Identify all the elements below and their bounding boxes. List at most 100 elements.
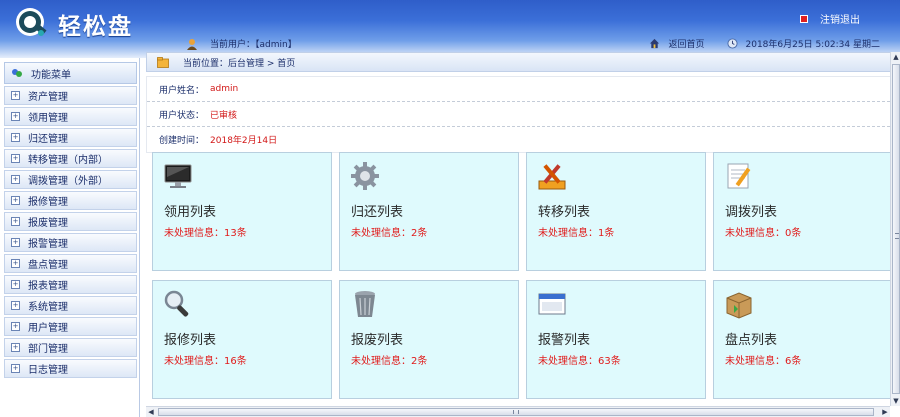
sidebar-item-asset[interactable]: + 资产管理 xyxy=(4,86,137,105)
tools-icon xyxy=(538,164,566,190)
card-stat: 未处理信息：2条 xyxy=(351,356,428,367)
breadcrumb-text: 当前位置：后台管理 > 首页 xyxy=(183,58,296,69)
current-user: 当前用户：【admin】 xyxy=(186,37,297,50)
sidebar-item-system[interactable]: + 系统管理 xyxy=(4,296,137,315)
card-repair-list[interactable]: 报修列表 未处理信息：16条 xyxy=(152,280,332,399)
expand-icon: + xyxy=(11,217,20,226)
magnifier-icon xyxy=(164,290,189,317)
sidebar-item-label: 报表管理 xyxy=(28,281,68,292)
scroll-down-arrow-icon[interactable]: ▼ xyxy=(891,396,900,406)
current-user-label: 当前用户：【admin】 xyxy=(210,40,297,50)
user-status-row: 用户状态： 已审核 xyxy=(147,102,890,127)
sidebar-item-report[interactable]: + 报表管理 xyxy=(4,275,137,294)
created-time-row: 创建时间： 2018年2月14日 xyxy=(147,127,890,152)
folder-icon xyxy=(157,56,169,68)
card-title: 报废列表 xyxy=(351,333,404,348)
card-stat: 未处理信息：13条 xyxy=(164,228,247,239)
current-datetime: 2018年6月25日 5:02:34 星期二 xyxy=(745,40,881,50)
card-title: 转移列表 xyxy=(538,205,591,220)
sidebar-item-transfer-internal[interactable]: + 转移管理（内部） xyxy=(4,149,137,168)
vertical-scrollbar[interactable]: ▲ ▼ xyxy=(890,52,900,406)
card-title: 报警列表 xyxy=(538,333,591,348)
menu-icon xyxy=(12,69,22,77)
header-right-info: 返回首页 2018年6月25日 5:02:34 星期二 xyxy=(649,37,880,50)
main-content: 当前位置：后台管理 > 首页 用户姓名： admin 用户状态： 已审核 创建时… xyxy=(146,52,893,406)
sidebar-item-label: 领用管理 xyxy=(28,113,68,124)
sidebar-item-label: 资产管理 xyxy=(28,92,68,103)
sidebar-item-logs[interactable]: + 日志管理 xyxy=(4,359,137,378)
logout-button[interactable]: 注销退出 xyxy=(800,11,860,26)
gear-icon xyxy=(351,162,379,190)
expand-icon: + xyxy=(11,133,20,142)
notepad-icon xyxy=(727,163,751,189)
sidebar-item-label: 调拨管理（外部） xyxy=(28,176,108,187)
clock-icon xyxy=(726,38,738,49)
sidebar-item-label: 用户管理 xyxy=(28,323,68,334)
sidebar-title: 功能菜单 xyxy=(4,62,137,84)
sidebar-title-label: 功能菜单 xyxy=(31,69,71,81)
dashboard-grid: 领用列表 未处理信息：13条 归还列表 未处理信息：2条 转移列表 未处理信息：… xyxy=(152,152,893,404)
scroll-up-arrow-icon[interactable]: ▲ xyxy=(891,52,900,62)
expand-icon: + xyxy=(11,154,20,163)
monitor-icon xyxy=(164,164,192,188)
top-header: 轻松盘 注销退出 当前用户：【admin】 返回首页 2018年6月25日 5:… xyxy=(0,0,900,58)
scroll-left-arrow-icon[interactable]: ◀ xyxy=(146,407,156,417)
card-stat: 未处理信息：0条 xyxy=(725,228,802,239)
sidebar-item-label: 转移管理（内部） xyxy=(28,155,108,166)
sidebar-item-return[interactable]: + 归还管理 xyxy=(4,128,137,147)
horizontal-scroll-thumb[interactable] xyxy=(158,408,874,416)
card-title: 盘点列表 xyxy=(725,333,778,348)
card-title: 领用列表 xyxy=(164,205,217,220)
window-icon xyxy=(538,293,566,315)
user-name-value: admin xyxy=(210,84,239,94)
created-time-value: 2018年2月14日 xyxy=(210,136,278,146)
card-inventory-list[interactable]: 盘点列表 未处理信息：6条 xyxy=(713,280,893,399)
card-stat: 未处理信息：6条 xyxy=(725,356,802,367)
sidebar-item-users[interactable]: + 用户管理 xyxy=(4,317,137,336)
header-status-bar: 当前用户：【admin】 返回首页 2018年6月25日 5:02:34 星期二 xyxy=(0,34,900,54)
grip-icon xyxy=(513,410,519,414)
breadcrumb: 当前位置：后台管理 > 首页 xyxy=(146,52,891,72)
vertical-scroll-thumb[interactable] xyxy=(892,64,900,394)
sidebar-item-label: 部门管理 xyxy=(28,344,68,355)
sidebar-item-label: 归还管理 xyxy=(28,134,68,145)
card-stat: 未处理信息：16条 xyxy=(164,356,247,367)
expand-icon: + xyxy=(11,343,20,352)
user-status-value: 已审核 xyxy=(210,110,238,121)
expand-icon: + xyxy=(11,91,20,100)
card-stat: 未处理信息：1条 xyxy=(538,228,615,239)
card-title: 调拨列表 xyxy=(725,205,778,220)
user-icon xyxy=(187,38,197,50)
sidebar-item-inventory[interactable]: + 盘点管理 xyxy=(4,254,137,273)
sidebar-item-scrap[interactable]: + 报废管理 xyxy=(4,212,137,231)
card-allocate-list[interactable]: 调拨列表 未处理信息：0条 xyxy=(713,152,893,271)
sidebar-item-transfer-external[interactable]: + 调拨管理（外部） xyxy=(4,170,137,189)
sidebar-item-label: 盘点管理 xyxy=(28,260,68,271)
home-icon[interactable] xyxy=(649,38,660,49)
card-return-list[interactable]: 归还列表 未处理信息：2条 xyxy=(339,152,519,271)
card-alarm-list[interactable]: 报警列表 未处理信息：63条 xyxy=(526,280,706,399)
sidebar-menu: 功能菜单 + 资产管理 + 领用管理 + 归还管理 + 转移管理（内部） + 调拨管理（外… xyxy=(0,58,140,417)
sidebar-item-departments[interactable]: + 部门管理 xyxy=(4,338,137,357)
scroll-right-arrow-icon[interactable]: ▶ xyxy=(880,407,890,417)
card-scrap-list[interactable]: 报废列表 未处理信息：2条 xyxy=(339,280,519,399)
user-name-row: 用户姓名： admin xyxy=(147,77,890,102)
horizontal-scrollbar[interactable]: ◀ ▶ xyxy=(146,406,890,417)
card-receive-list[interactable]: 领用列表 未处理信息：13条 xyxy=(152,152,332,271)
logout-icon xyxy=(800,14,808,23)
expand-icon: + xyxy=(11,175,20,184)
expand-icon: + xyxy=(11,322,20,331)
sidebar-item-alarm[interactable]: + 报警管理 xyxy=(4,233,137,252)
grip-icon xyxy=(895,233,899,239)
sidebar-item-receive[interactable]: + 领用管理 xyxy=(4,107,137,126)
sidebar-item-label: 报修管理 xyxy=(28,197,68,208)
expand-icon: + xyxy=(11,364,20,373)
home-link[interactable]: 返回首页 xyxy=(668,37,704,50)
sidebar-item-repair[interactable]: + 报修管理 xyxy=(4,191,137,210)
card-transfer-list[interactable]: 转移列表 未处理信息：1条 xyxy=(526,152,706,271)
card-title: 报修列表 xyxy=(164,333,217,348)
box-icon xyxy=(726,292,752,319)
created-time-label: 创建时间： xyxy=(159,136,205,146)
sidebar-item-label: 报废管理 xyxy=(28,218,68,229)
card-stat: 未处理信息：2条 xyxy=(351,228,428,239)
